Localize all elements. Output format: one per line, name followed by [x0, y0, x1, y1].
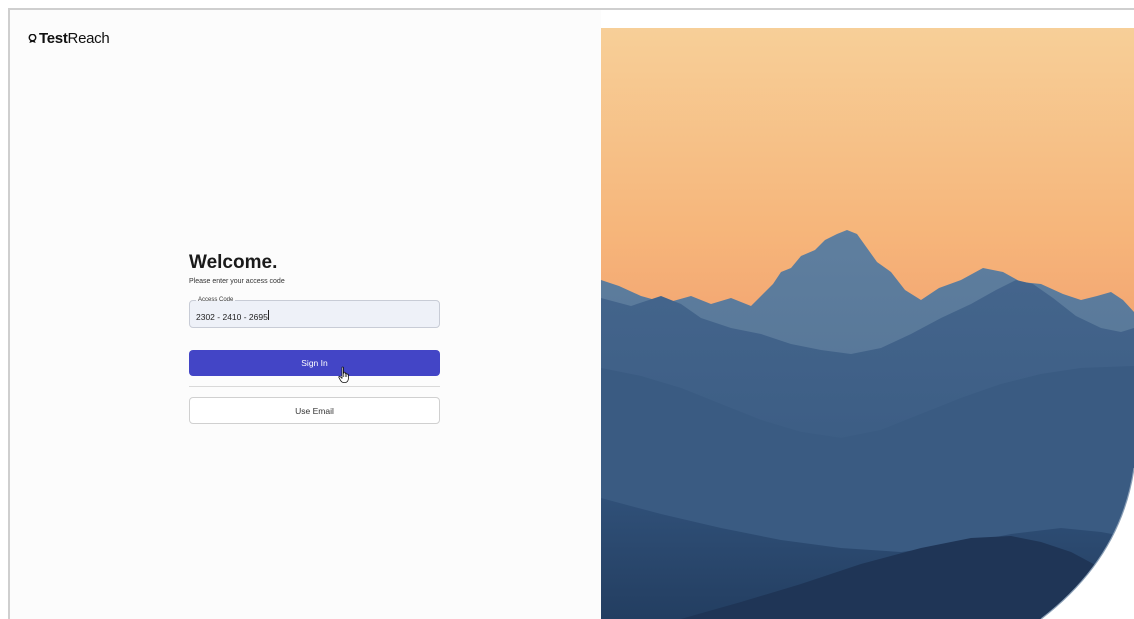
- text-caret: [268, 310, 269, 320]
- hero-image: [601, 28, 1134, 619]
- hand-pointer-icon: [338, 366, 349, 383]
- login-subtitle: Please enter your access code: [189, 278, 285, 285]
- badge-icon: [28, 34, 37, 43]
- divider: [189, 386, 440, 387]
- access-code-input[interactable]: [190, 301, 439, 327]
- page-title: Welcome.: [189, 252, 278, 273]
- login-form: Welcome. Please enter your access code A…: [189, 252, 440, 424]
- use-email-button[interactable]: Use Email: [189, 397, 440, 424]
- sign-in-button[interactable]: Sign In: [189, 350, 440, 376]
- mountain-sunset-illustration: [601, 28, 1134, 619]
- access-code-field[interactable]: Access Code: [189, 296, 440, 328]
- brand-name-regular: Reach: [67, 30, 110, 47]
- brand-logo: Test Reach: [28, 30, 110, 47]
- app-window: Test Reach Welcome. Please enter your acc…: [0, 0, 1134, 619]
- brand-name-bold: Test: [39, 30, 68, 47]
